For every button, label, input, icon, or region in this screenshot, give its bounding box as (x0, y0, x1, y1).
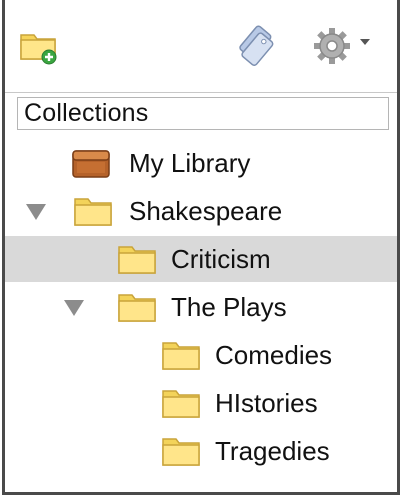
chevron-down-icon[interactable] (357, 34, 373, 50)
gear-icon (314, 28, 350, 64)
tag-selector-button[interactable] (235, 23, 279, 67)
twisty-expanded-icon[interactable] (63, 298, 85, 318)
folder-icon (118, 294, 156, 322)
collections-pane: Collections My Library Shakespeare Criti… (2, 0, 400, 495)
tree-item-criticism[interactable]: Criticism (5, 236, 397, 282)
tree-item-tragedies[interactable]: Tragedies (5, 428, 397, 474)
tree-item-label: Shakespeare (129, 196, 283, 226)
folder-icon (162, 342, 200, 370)
folder-icon (118, 246, 156, 274)
folder-icon (162, 438, 200, 466)
tree-item-label: Tragedies (215, 436, 330, 466)
folder-add-icon (20, 34, 57, 65)
folder-icon (74, 198, 112, 226)
tree-item-label: Comedies (215, 340, 333, 370)
collections-header: Collections (17, 97, 389, 130)
twisty-expanded-icon[interactable] (25, 202, 47, 222)
folder-icon (162, 390, 200, 418)
tree-item-my-library[interactable]: My Library (5, 140, 397, 186)
tree-item-label: Criticism (171, 244, 271, 274)
toolbar (5, 0, 397, 93)
tree-item-label: HIstories (215, 388, 318, 418)
tree-item-histories[interactable]: HIstories (5, 380, 397, 426)
tag-selector-icon (239, 25, 274, 67)
tree-item-the-plays[interactable]: The Plays (5, 284, 397, 330)
tree-item-comedies[interactable]: Comedies (5, 332, 397, 378)
new-collection-button[interactable] (19, 26, 59, 66)
tree-item-label: The Plays (171, 292, 287, 322)
tree-item-shakespeare[interactable]: Shakespeare (5, 188, 397, 234)
library-icon (72, 150, 110, 178)
actions-menu-button[interactable] (311, 25, 357, 67)
tree-item-label: My Library (129, 148, 251, 178)
